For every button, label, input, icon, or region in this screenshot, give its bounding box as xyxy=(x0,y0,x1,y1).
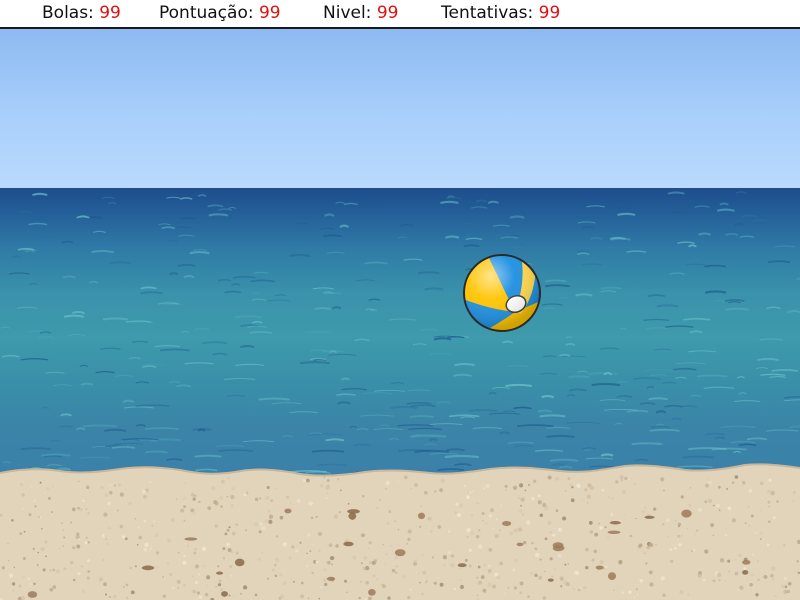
hud-level-value: 99 xyxy=(376,3,399,23)
hud-score: Pontuação: 99 xyxy=(159,3,281,23)
hud-score-value: 99 xyxy=(258,3,281,23)
sand-beach xyxy=(0,463,800,600)
hud-balls-value: 99 xyxy=(99,3,121,23)
sky-background xyxy=(0,29,800,188)
hud-tries: Tentativas: 99 xyxy=(441,3,560,23)
sea-waves xyxy=(0,191,800,483)
hud-tries-value: 99 xyxy=(538,3,561,23)
hud-balls: Bolas: 99 xyxy=(42,3,121,23)
hud-tries-label: Tentativas: xyxy=(441,3,534,23)
game-canvas[interactable]: Bolas: 99 Pontuação: 99 Nivel: 99 Tentat… xyxy=(0,0,800,600)
hud-level-label: Nivel: xyxy=(323,3,372,23)
hud-score-label: Pontuação: xyxy=(159,3,254,23)
hud-balls-label: Bolas: xyxy=(42,3,94,23)
beach-ball-icon[interactable] xyxy=(461,252,543,334)
hud-bar: Bolas: 99 Pontuação: 99 Nivel: 99 Tentat… xyxy=(0,0,800,29)
hud-level: Nivel: 99 xyxy=(323,3,398,23)
